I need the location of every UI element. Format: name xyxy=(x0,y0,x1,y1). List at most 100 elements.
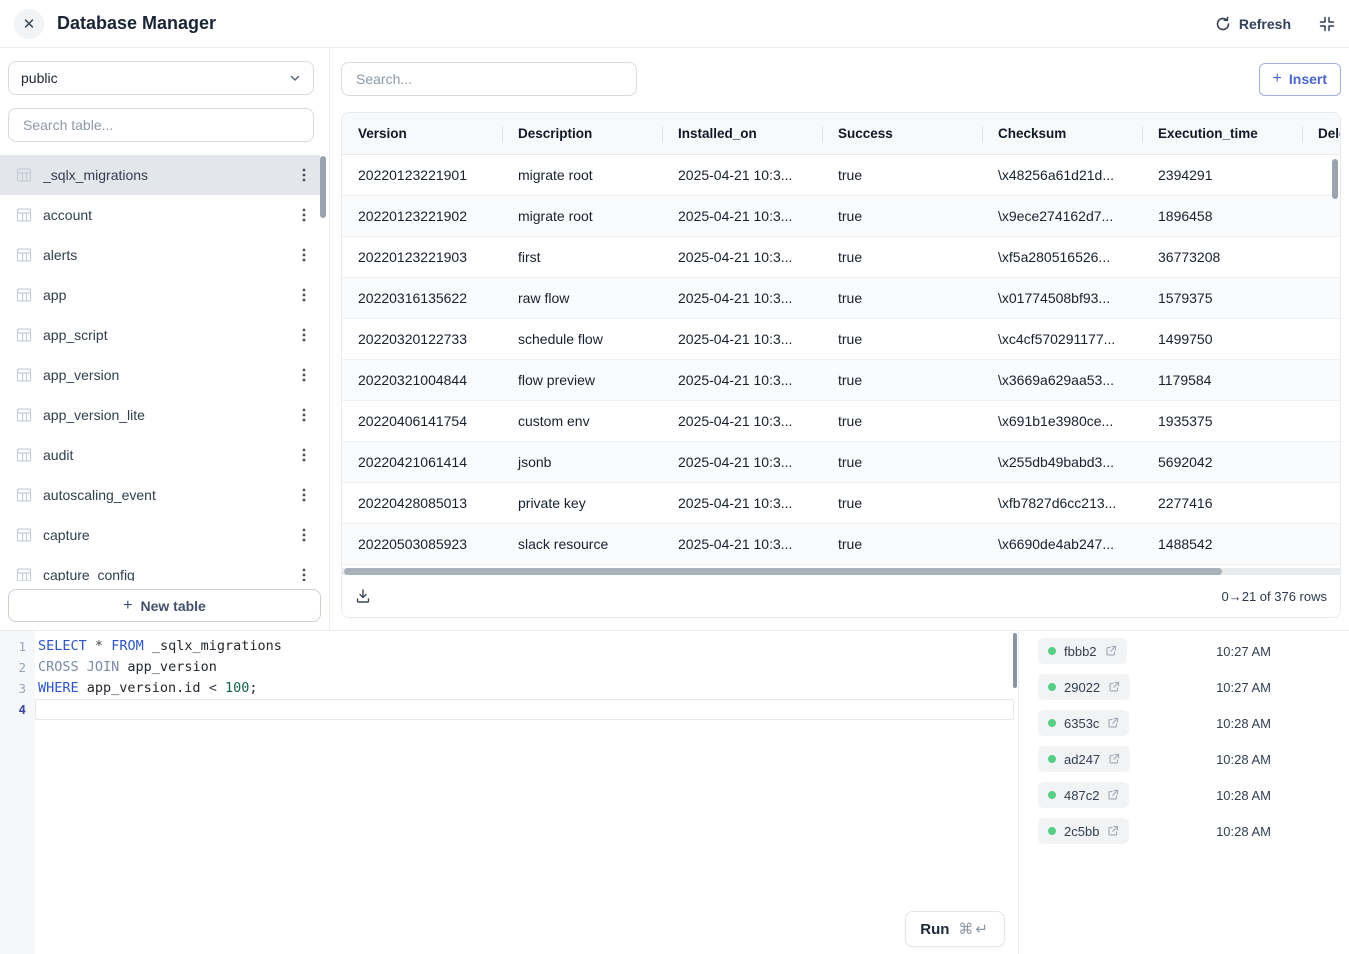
table-row[interactable]: 20220421061414jsonb2025-04-21 10:3...tru… xyxy=(342,442,1340,483)
exit-fullscreen-button[interactable] xyxy=(1319,16,1335,32)
table-item[interactable]: account xyxy=(0,195,320,235)
kebab-menu-icon[interactable] xyxy=(298,404,310,426)
table-item[interactable]: app_version_lite xyxy=(0,395,320,435)
history-row: 6353c 10:28 AM xyxy=(1019,705,1349,741)
refresh-icon xyxy=(1215,16,1231,32)
sidebar-scrollbar[interactable] xyxy=(320,156,326,218)
table-item[interactable]: _sqlx_migrations xyxy=(0,155,320,195)
table-row[interactable]: 20220428085013private key2025-04-21 10:3… xyxy=(342,483,1340,524)
kebab-menu-icon[interactable] xyxy=(298,204,310,226)
table-row[interactable]: 20220406141754custom env2025-04-21 10:3.… xyxy=(342,401,1340,442)
table-search-input[interactable] xyxy=(21,116,301,134)
table-item[interactable]: audit xyxy=(0,435,320,475)
external-link-icon[interactable] xyxy=(1108,753,1120,765)
code-line[interactable]: 1 SELECT * FROM _sqlx_migrations xyxy=(0,636,1018,657)
horizontal-scrollbar-thumb[interactable] xyxy=(344,568,1222,575)
table-cell xyxy=(1302,278,1340,318)
code-line[interactable]: 3 WHERE app_version.id < 100; xyxy=(0,678,1018,699)
status-dot xyxy=(1048,683,1056,691)
table-row[interactable]: 20220321004844flow preview2025-04-21 10:… xyxy=(342,360,1340,401)
history-pill[interactable]: 29022 xyxy=(1038,674,1130,700)
table-row[interactable]: 20220316135622raw flow2025-04-21 10:3...… xyxy=(342,278,1340,319)
refresh-button[interactable]: Refresh xyxy=(1215,16,1291,32)
table-item[interactable]: autoscaling_event xyxy=(0,475,320,515)
kebab-menu-icon[interactable] xyxy=(298,324,310,346)
column-header[interactable]: Installed_on xyxy=(662,113,822,154)
table-cell: \x6690de4ab247... xyxy=(982,524,1142,564)
history-pill[interactable]: 487c2 xyxy=(1038,782,1129,808)
horizontal-scrollbar-track[interactable] xyxy=(342,568,1340,575)
code-area[interactable]: 1 SELECT * FROM _sqlx_migrations 2 CROSS… xyxy=(0,631,1018,720)
table-row[interactable]: 20220123221903first2025-04-21 10:3...tru… xyxy=(342,237,1340,278)
kebab-menu-icon[interactable] xyxy=(298,164,310,186)
table-cell: 20220406141754 xyxy=(342,401,502,441)
kebab-menu-icon[interactable] xyxy=(298,284,310,306)
table-cell xyxy=(1302,319,1340,359)
record-search-input[interactable] xyxy=(354,70,624,88)
kebab-menu-icon[interactable] xyxy=(298,444,310,466)
column-header[interactable]: Checksum xyxy=(982,113,1142,154)
new-table-button[interactable]: + New table xyxy=(8,589,321,622)
table-cell: 2277416 xyxy=(1142,483,1302,523)
schema-select[interactable]: public xyxy=(8,61,314,95)
code-line-content[interactable]: CROSS JOIN app_version xyxy=(35,657,1018,678)
history-row: 29022 10:27 AM xyxy=(1019,669,1349,705)
column-header[interactable]: Deleted xyxy=(1302,113,1340,154)
table-cell: 2025-04-21 10:3... xyxy=(662,155,822,195)
table-item-label: app_version xyxy=(43,367,287,383)
editor-scrollbar[interactable] xyxy=(1013,633,1017,688)
table-item[interactable]: capture xyxy=(0,515,320,555)
history-pill[interactable]: 2c5bb xyxy=(1038,818,1129,844)
column-header[interactable]: Execution_time xyxy=(1142,113,1302,154)
table-icon xyxy=(16,367,32,383)
external-link-icon[interactable] xyxy=(1107,717,1119,729)
history-row: ad247 10:28 AM xyxy=(1019,741,1349,777)
history-time: 10:28 AM xyxy=(1216,788,1271,803)
table-cell: 2025-04-21 10:3... xyxy=(662,196,822,236)
table-item[interactable]: app_script xyxy=(0,315,320,355)
external-link-icon[interactable] xyxy=(1105,645,1117,657)
table-icon xyxy=(16,487,32,503)
download-button[interactable] xyxy=(355,588,371,604)
code-line-content[interactable] xyxy=(35,699,1014,720)
table-item-label: _sqlx_migrations xyxy=(43,167,287,183)
sql-editor[interactable]: 1 SELECT * FROM _sqlx_migrations 2 CROSS… xyxy=(0,631,1018,954)
table-row[interactable]: 20220503085923slack resource2025-04-21 1… xyxy=(342,524,1340,565)
table-item[interactable]: app xyxy=(0,275,320,315)
insert-button[interactable]: + Insert xyxy=(1259,63,1341,96)
column-header[interactable]: Version xyxy=(342,113,502,154)
table-row[interactable]: 20220123221901migrate root2025-04-21 10:… xyxy=(342,155,1340,196)
history-list: fbbb2 10:27 AM 29022 10:27 AM 6353c xyxy=(1019,633,1349,849)
chevron-down-icon xyxy=(289,72,301,84)
table-row[interactable]: 20220320122733schedule flow2025-04-21 10… xyxy=(342,319,1340,360)
history-pill[interactable]: 6353c xyxy=(1038,710,1129,736)
sidebar: public _sqlx_migrations account xyxy=(0,48,330,630)
column-header[interactable]: Description xyxy=(502,113,662,154)
kebab-menu-icon[interactable] xyxy=(298,524,310,546)
run-button[interactable]: Run ⌘↵ xyxy=(905,911,1005,947)
table-row[interactable]: 20220123221902migrate root2025-04-21 10:… xyxy=(342,196,1340,237)
close-button[interactable]: ✕ xyxy=(14,9,44,39)
external-link-icon[interactable] xyxy=(1107,825,1119,837)
kebab-menu-icon[interactable] xyxy=(298,244,310,266)
column-header[interactable]: Success xyxy=(822,113,982,154)
table-item[interactable]: alerts xyxy=(0,235,320,275)
table-item-label: app xyxy=(43,287,287,303)
table-cell: 2025-04-21 10:3... xyxy=(662,237,822,277)
code-line[interactable]: 2 CROSS JOIN app_version xyxy=(0,657,1018,678)
table-item[interactable]: app_version xyxy=(0,355,320,395)
vertical-scrollbar-thumb[interactable] xyxy=(1332,159,1338,199)
history-pill[interactable]: ad247 xyxy=(1038,746,1130,772)
history-pill[interactable]: fbbb2 xyxy=(1038,638,1127,664)
kebab-menu-icon[interactable] xyxy=(298,484,310,506)
code-line[interactable]: 4 xyxy=(0,699,1018,720)
table-item[interactable]: capture_config xyxy=(0,555,320,581)
code-line-content[interactable]: SELECT * FROM _sqlx_migrations xyxy=(35,636,1018,657)
code-line-content[interactable]: WHERE app_version.id < 100; xyxy=(35,678,1018,699)
kebab-menu-icon[interactable] xyxy=(298,564,310,581)
external-link-icon[interactable] xyxy=(1107,789,1119,801)
table-cell xyxy=(1302,360,1340,400)
record-search-box xyxy=(341,62,637,96)
kebab-menu-icon[interactable] xyxy=(298,364,310,386)
external-link-icon[interactable] xyxy=(1108,681,1120,693)
